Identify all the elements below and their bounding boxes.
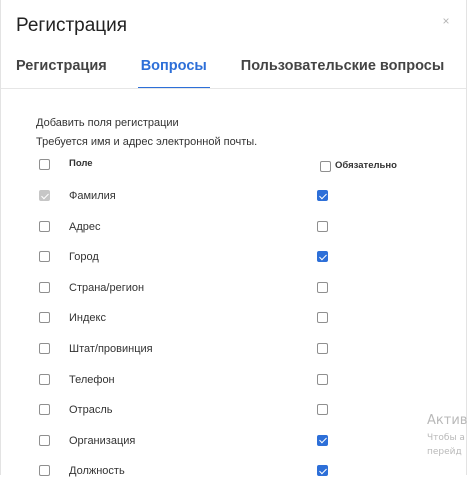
field-select-checkbox[interactable] — [39, 251, 50, 263]
field-required-checkbox[interactable] — [317, 404, 328, 416]
table-row: Телефон — [1, 365, 441, 395]
table-row: Индекс — [1, 303, 441, 333]
table-row: Страна/регион — [1, 273, 441, 303]
section-hint: Требуется имя и адрес электронной почты. — [36, 136, 258, 148]
table-row: Город — [1, 242, 441, 272]
column-header-field: Поле — [69, 158, 93, 169]
column-header-required: Обязательно — [335, 160, 397, 171]
field-required-checkbox[interactable] — [317, 434, 328, 446]
field-label: Штат/провинция — [69, 343, 153, 355]
dialog-title: Регистрация — [16, 15, 128, 36]
field-label: Телефон — [69, 373, 115, 386]
table-row: Фамилия — [1, 181, 441, 211]
tab-questions[interactable]: Вопросы — [137, 58, 210, 89]
field-required-checkbox[interactable] — [317, 189, 328, 201]
field-select-checkbox[interactable] — [39, 373, 50, 385]
activation-watermark-line1: Чтобы а — [427, 433, 465, 443]
close-icon[interactable]: × — [439, 14, 453, 28]
field-required-checkbox[interactable] — [317, 312, 328, 324]
section-heading: Добавить поля регистрации — [36, 117, 179, 129]
field-required-checkbox[interactable] — [317, 373, 328, 385]
field-label: Город — [69, 251, 99, 264]
field-select-checkbox[interactable] — [39, 404, 50, 416]
field-select-checkbox[interactable] — [39, 220, 50, 232]
require-all-checkbox[interactable] — [320, 161, 331, 172]
activation-watermark-line2: перейд — [427, 447, 462, 457]
field-select-checkbox — [39, 189, 50, 201]
field-select-checkbox[interactable] — [39, 312, 50, 324]
field-label: Страна/регион — [69, 281, 145, 294]
field-required-checkbox[interactable] — [317, 342, 328, 354]
field-required-checkbox[interactable] — [317, 281, 328, 293]
table-row: Отрасль — [1, 395, 441, 425]
tab-registration[interactable]: Регистрация — [16, 58, 107, 88]
tab-bar: Регистрация Вопросы Пользовательские воп… — [16, 58, 468, 89]
select-all-checkbox[interactable] — [39, 159, 50, 170]
field-select-checkbox[interactable] — [39, 434, 50, 446]
table-row: Штат/провинция — [1, 334, 441, 364]
table-header: Поле Обязательно — [1, 155, 441, 176]
field-required-checkbox[interactable] — [317, 220, 328, 232]
table-row: Организация — [1, 426, 441, 456]
field-label: Фамилия — [69, 190, 116, 202]
table-row: Адрес — [1, 212, 441, 242]
registration-dialog: Регистрация × Регистрация Вопросы Пользо… — [0, 0, 468, 477]
field-label: Должность — [69, 465, 125, 478]
table-row: Должность — [1, 456, 441, 486]
field-label: Организация — [69, 434, 136, 447]
field-label: Адрес — [69, 220, 101, 233]
tab-custom-questions[interactable]: Пользовательские вопросы — [241, 58, 444, 88]
field-required-checkbox[interactable] — [317, 251, 328, 263]
field-label: Индекс — [69, 312, 106, 325]
field-select-checkbox[interactable] — [39, 342, 50, 354]
field-label: Отрасль — [69, 404, 113, 417]
field-select-checkbox[interactable] — [39, 281, 50, 293]
tab-divider — [1, 88, 466, 89]
activation-watermark-title: Актив — [427, 413, 468, 428]
